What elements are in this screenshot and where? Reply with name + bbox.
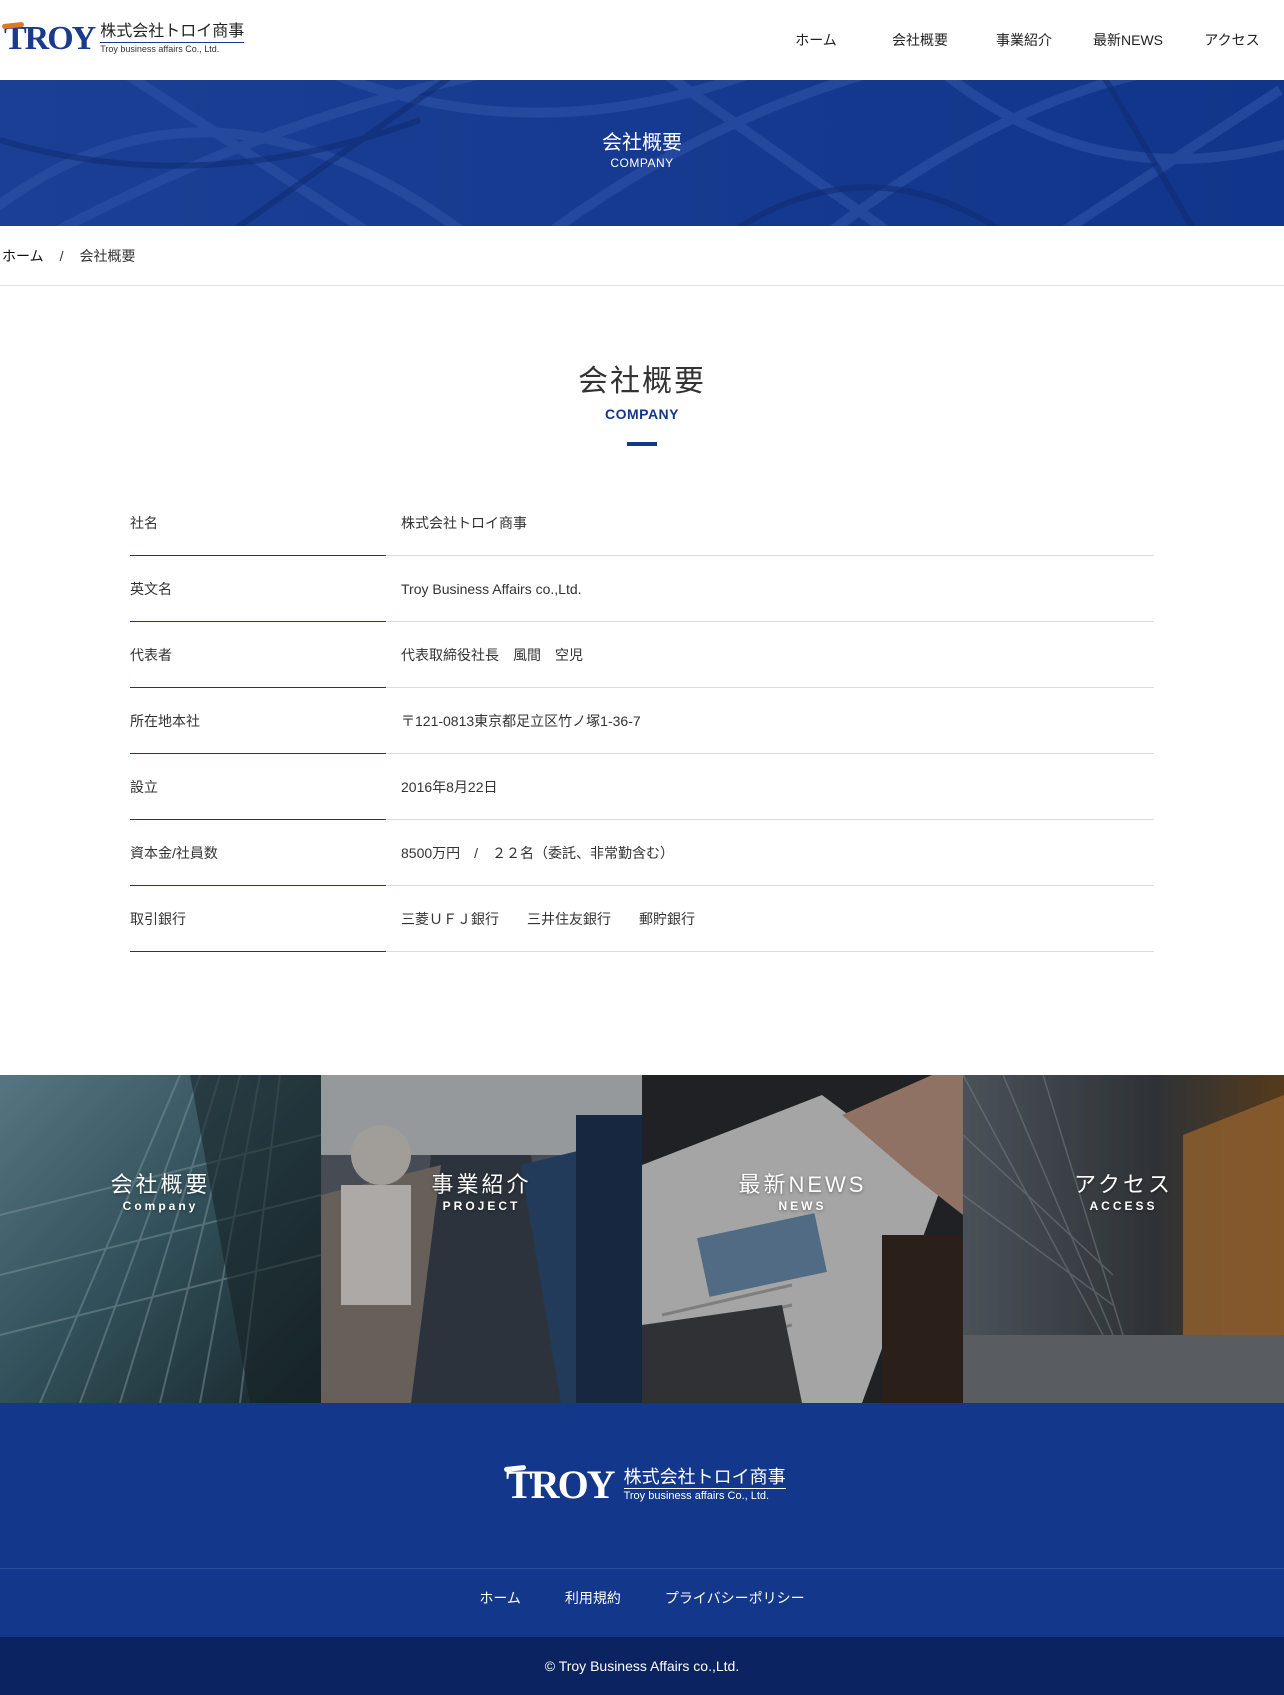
main-nav: ホーム 会社概要 事業紹介 最新NEWS アクセス — [764, 0, 1284, 80]
nav-access[interactable]: アクセス — [1180, 30, 1284, 50]
nav-news[interactable]: 最新NEWS — [1076, 30, 1180, 50]
info-value: 2016年8月22日 — [386, 754, 1154, 820]
info-value: 三菱ＵＦＪ銀行 三井住友銀行 郵貯銀行 — [386, 886, 1154, 952]
company-info-table: 社名 株式会社トロイ商事 英文名 Troy Business Affairs c… — [130, 490, 1154, 952]
tile-project-image — [321, 1075, 642, 1403]
tile-project[interactable]: 事業紹介 PROJECT — [321, 1075, 642, 1403]
banner-title: 会社概要 — [602, 132, 682, 154]
info-row-address: 所在地本社 〒121-0813東京都足立区竹ノ塚1-36-7 — [130, 688, 1154, 754]
info-value: 代表取締役社長 風間 空児 — [386, 622, 1154, 688]
site-footer: TROY 株式会社トロイ商事 Troy business affairs Co.… — [0, 1403, 1284, 1637]
footer-logo-company-name-en: Troy business affairs Co., Ltd. — [623, 1490, 770, 1502]
tile-title: 事業紹介 — [431, 1172, 532, 1197]
info-value: 〒121-0813東京都足立区竹ノ塚1-36-7 — [386, 688, 1154, 754]
footer-link-privacy[interactable]: プライバシーポリシー — [665, 1588, 805, 1608]
info-label: 資本金/社員数 — [130, 820, 386, 886]
tile-subtitle: ACCESS — [1089, 1199, 1158, 1213]
breadcrumb: ホーム / 会社概要 — [0, 226, 1284, 286]
tile-company[interactable]: 会社概要 Company — [0, 1075, 321, 1403]
info-label: 設立 — [130, 754, 386, 820]
copyright: © Troy Business Affairs co.,Ltd. — [0, 1637, 1284, 1695]
site-logo[interactable]: TROY 株式会社トロイ商事 Troy business affairs Co.… — [1, 22, 245, 56]
tile-news[interactable]: 最新NEWS NEWS — [642, 1075, 963, 1403]
footer-logo-company-name-jp: 株式会社トロイ商事 — [623, 1467, 786, 1489]
info-row-english-name: 英文名 Troy Business Affairs co.,Ltd. — [130, 556, 1154, 622]
tile-subtitle: NEWS — [778, 1199, 827, 1213]
info-row-name: 社名 株式会社トロイ商事 — [130, 490, 1154, 556]
info-label: 取引銀行 — [130, 886, 386, 952]
info-row-established: 設立 2016年8月22日 — [130, 754, 1154, 820]
info-value: 8500万円 / ２２名（委託、非常勤含む） — [386, 820, 1154, 886]
info-value: Troy Business Affairs co.,Ltd. — [386, 556, 1154, 622]
breadcrumb-separator: / — [59, 247, 64, 264]
nav-project[interactable]: 事業紹介 — [972, 30, 1076, 50]
section-title: 会社概要 — [578, 365, 706, 398]
info-label: 社名 — [130, 490, 386, 556]
footer-divider — [0, 1568, 1284, 1569]
footer-logo[interactable]: TROY 株式会社トロイ商事 Troy business affairs Co.… — [503, 1465, 786, 1505]
tile-title: 最新NEWS — [738, 1172, 867, 1197]
tile-company-image — [0, 1075, 321, 1403]
section-underline — [627, 442, 657, 446]
tile-title: アクセス — [1074, 1172, 1173, 1197]
info-row-representative: 代表者 代表取締役社長 風間 空児 — [130, 622, 1154, 688]
footer-logo-mark: TROY — [503, 1465, 616, 1505]
tile-subtitle: PROJECT — [442, 1199, 521, 1213]
page-banner: 会社概要 COMPANY — [0, 80, 1284, 226]
footer-links: ホーム 利用規約 プライバシーポリシー — [0, 1588, 1284, 1608]
tile-access[interactable]: アクセス ACCESS — [963, 1075, 1284, 1403]
info-row-capital: 資本金/社員数 8500万円 / ２２名（委託、非常勤含む） — [130, 820, 1154, 886]
footer-link-home[interactable]: ホーム — [479, 1588, 521, 1608]
nav-home[interactable]: ホーム — [764, 30, 868, 50]
breadcrumb-home[interactable]: ホーム — [2, 246, 44, 266]
nav-company[interactable]: 会社概要 — [868, 30, 972, 50]
tile-subtitle: Company — [122, 1199, 199, 1213]
tile-title: 会社概要 — [110, 1172, 211, 1197]
logo-text: 株式会社トロイ商事 Troy business affairs Co., Ltd… — [100, 23, 245, 55]
troy-logo-mark: TROY — [1, 22, 96, 56]
info-label: 所在地本社 — [130, 688, 386, 754]
link-tiles: 会社概要 Company 事業紹介 PROJECT 最新NEWS NEWS アク… — [0, 1075, 1284, 1403]
breadcrumb-current: 会社概要 — [79, 247, 136, 264]
footer-link-terms[interactable]: 利用規約 — [565, 1588, 621, 1608]
info-label: 代表者 — [130, 622, 386, 688]
logo-company-name-jp: 株式会社トロイ商事 — [100, 23, 245, 43]
site-header: TROY 株式会社トロイ商事 Troy business affairs Co.… — [0, 0, 1284, 80]
logo-company-name-en: Troy business affairs Co., Ltd. — [100, 44, 220, 54]
footer-logo-text: 株式会社トロイ商事 Troy business affairs Co., Ltd… — [623, 1467, 786, 1503]
info-label: 英文名 — [130, 556, 386, 622]
info-row-banks: 取引銀行 三菱ＵＦＪ銀行 三井住友銀行 郵貯銀行 — [130, 886, 1154, 952]
banner-subtitle: COMPANY — [610, 156, 674, 170]
section-subtitle: COMPANY — [604, 406, 680, 422]
tile-access-image — [963, 1075, 1284, 1403]
tile-news-image — [642, 1075, 963, 1403]
info-value: 株式会社トロイ商事 — [386, 490, 1154, 556]
